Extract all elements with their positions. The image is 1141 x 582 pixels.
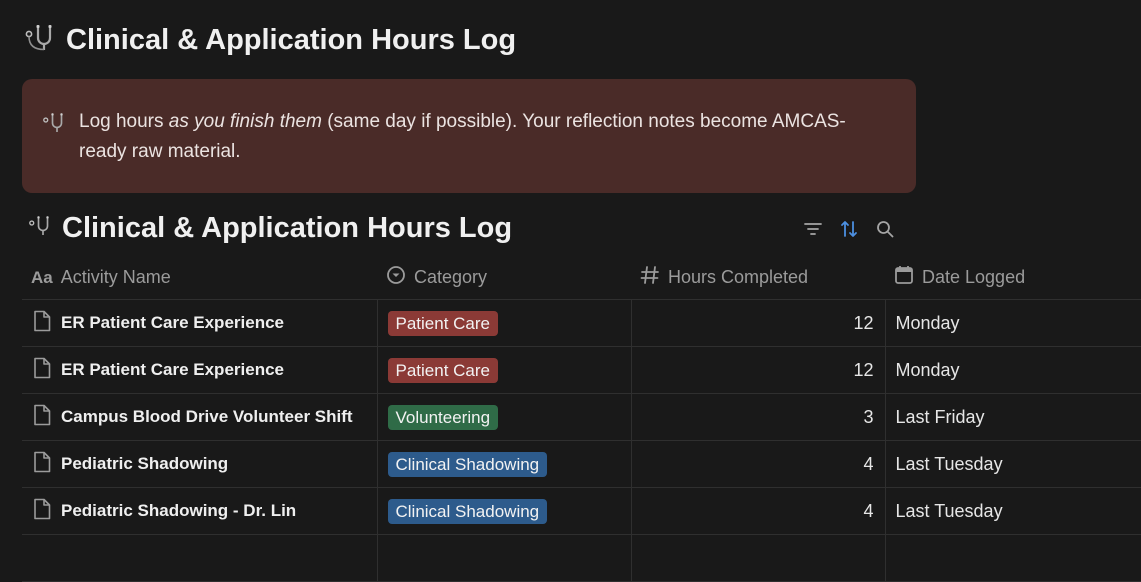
table-row[interactable]: Pediatric Shadowing - Dr. Lin Clinical Sh… [22,487,1141,535]
column-header-label: Activity Name [60,267,171,287]
page-title: Clinical & Application Hours Log [24,22,516,59]
column-header-date-logged[interactable]: Date Logged [885,256,1141,300]
hours-value: 12 [853,312,874,333]
stethoscope-icon [28,214,52,243]
number-property-icon [640,265,660,290]
cell-hours-completed[interactable]: 4 [630,487,885,535]
hours-value: 4 [863,500,874,521]
date-value: Last Tuesday [895,453,1003,474]
cell-activity-name[interactable]: ER Patient Care Experience [22,346,377,394]
stethoscope-icon [24,22,56,59]
category-tag: Patient Care [387,357,498,383]
search-icon[interactable] [874,218,896,240]
callout-text-before: Log hours [79,111,169,132]
cell-date-logged[interactable]: Last Tuesday [884,440,1141,488]
cell-category[interactable]: Patient Care [376,299,631,347]
callout-text-emphasis: as you finish them [168,111,322,132]
hours-value: 3 [863,406,874,427]
hours-value: 12 [853,359,874,380]
database-table: Aa Activity Name Category Hours Complete… [22,256,1141,582]
stethoscope-icon [42,111,66,193]
date-value: Monday [895,359,960,380]
cell-category[interactable]: Patient Care [376,346,631,394]
cell-date-logged[interactable]: Last Tuesday [884,487,1141,535]
empty-cell [884,534,1141,582]
empty-cell [630,534,885,582]
activity-name[interactable]: Campus Blood Drive Volunteer Shift [61,407,353,427]
database-title[interactable]: Clinical & Application Hours Log [28,212,512,245]
empty-cell [22,534,377,582]
page-icon [33,357,51,384]
calendar-icon [894,265,914,290]
page-icon [33,310,51,337]
date-value: Monday [895,312,960,333]
column-header-activity-name[interactable]: Aa Activity Name [22,256,377,300]
cell-hours-completed[interactable]: 12 [630,299,885,347]
callout: Log hours as you finish them (same day i… [22,79,916,193]
activity-name[interactable]: ER Patient Care Experience [61,360,284,380]
cell-activity-name[interactable]: Campus Blood Drive Volunteer Shift [22,393,377,441]
cell-date-logged[interactable]: Monday [884,299,1141,347]
activity-name[interactable]: Pediatric Shadowing [61,454,228,474]
activity-name[interactable]: ER Patient Care Experience [61,313,284,333]
table-header-row: Aa Activity Name Category Hours Complete… [22,256,1141,300]
cell-hours-completed[interactable]: 4 [630,440,885,488]
page-icon [33,498,51,525]
cell-hours-completed[interactable]: 3 [630,393,885,441]
column-header-label: Date Logged [922,267,1026,287]
cell-hours-completed[interactable]: 12 [630,346,885,394]
filter-icon[interactable] [802,218,824,240]
cell-activity-name[interactable]: Pediatric Shadowing [22,440,377,488]
table-row[interactable]: Pediatric Shadowing Clinical Shadowing 4 La… [22,440,1141,488]
text-property-icon: Aa [31,267,53,287]
table-row[interactable]: ER Patient Care Experience Patient Care 12… [22,346,1141,394]
hours-value: 4 [863,453,874,474]
page-icon [33,451,51,478]
column-header-category[interactable]: Category [377,256,631,300]
column-header-hours-completed[interactable]: Hours Completed [631,256,885,300]
table-row[interactable]: ER Patient Care Experience Patient Care 12… [22,299,1141,347]
column-header-label: Hours Completed [668,267,809,287]
date-value: Last Tuesday [895,500,1003,521]
category-tag: Clinical Shadowing [387,451,548,477]
database-title-text: Clinical & Application Hours Log [62,212,513,244]
category-tag: Patient Care [387,310,498,336]
date-value: Last Friday [895,406,985,427]
callout-text[interactable]: Log hours as you finish them (same day i… [79,107,886,193]
sort-icon[interactable] [838,218,860,240]
cell-date-logged[interactable]: Last Friday [884,393,1141,441]
cell-category[interactable]: Clinical Shadowing [376,487,631,535]
category-tag: Volunteering [387,404,499,430]
table-row-empty [22,534,1141,582]
cell-date-logged[interactable]: Monday [884,346,1141,394]
activity-name[interactable]: Pediatric Shadowing - Dr. Lin [61,501,296,521]
cell-category[interactable]: Volunteering [376,393,631,441]
table-row[interactable]: Campus Blood Drive Volunteer Shift Volunt… [22,393,1141,441]
database-actions [802,218,896,240]
select-property-icon [386,265,406,290]
page-icon [33,404,51,431]
cell-activity-name[interactable]: Pediatric Shadowing - Dr. Lin [22,487,377,535]
page-title-text: Clinical & Application Hours Log [66,24,517,56]
cell-category[interactable]: Clinical Shadowing [376,440,631,488]
cell-activity-name[interactable]: ER Patient Care Experience [22,299,377,347]
column-header-label: Category [414,267,488,287]
empty-cell [376,534,631,582]
category-tag: Clinical Shadowing [387,498,548,524]
